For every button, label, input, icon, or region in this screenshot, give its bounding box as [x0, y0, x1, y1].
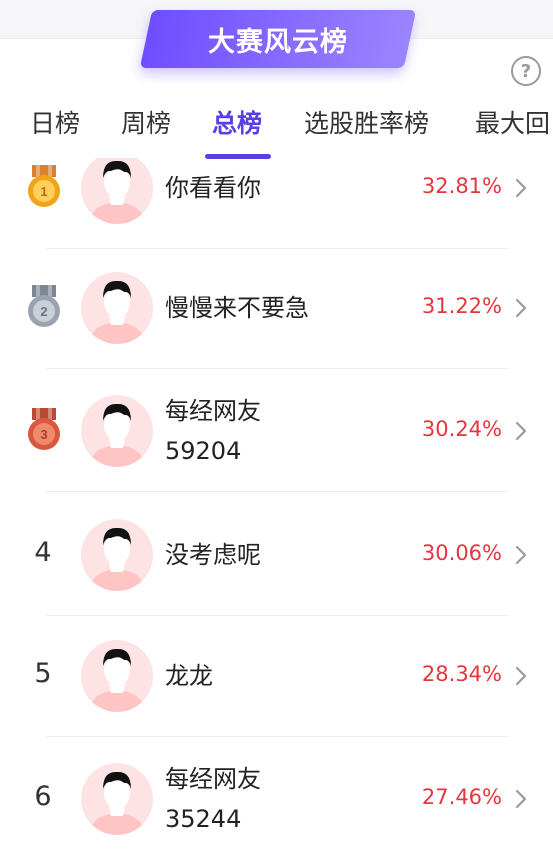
avatar[interactable]: [81, 272, 153, 344]
ranking-row[interactable]: 1 你看看你 32.81%: [0, 158, 553, 249]
chevron-right-icon[interactable]: [514, 544, 528, 566]
row-divider: [46, 368, 508, 369]
chevron-right-icon[interactable]: [514, 665, 528, 687]
chevron-right-icon[interactable]: [514, 297, 528, 319]
gold-medal-icon: 1: [26, 163, 62, 209]
rank-number: 4: [34, 537, 52, 568]
silver-medal-icon: 2: [26, 283, 62, 329]
avatar[interactable]: [81, 158, 153, 224]
return-percent: 28.34%: [421, 662, 502, 686]
svg-text:2: 2: [40, 304, 47, 319]
ranking-row[interactable]: 6 每经网友 35244 27.46%: [0, 739, 553, 857]
tab-daily[interactable]: 日榜: [30, 104, 80, 140]
user-name-line: 没考虑呢: [165, 541, 261, 569]
user-name: 龙龙: [165, 656, 213, 696]
user-name: 你看看你: [165, 168, 261, 208]
avatar[interactable]: [81, 640, 153, 712]
user-name: 慢慢来不要急: [165, 288, 309, 328]
chevron-right-icon[interactable]: [514, 177, 528, 199]
user-name-line: 每经网友: [165, 765, 261, 793]
user-name-suffix: 35244: [165, 805, 242, 833]
return-percent: 27.46%: [421, 785, 502, 809]
page-title: 大赛风云榜: [208, 26, 348, 58]
tab-bar: 日榜 周榜 总榜 选股胜率榜 最大回: [0, 96, 553, 162]
tab-max-drawdown[interactable]: 最大回: [475, 104, 550, 140]
return-percent: 30.24%: [421, 417, 502, 441]
tab-weekly[interactable]: 周榜: [121, 104, 171, 140]
return-percent: 32.81%: [421, 174, 502, 198]
chevron-right-icon[interactable]: [514, 788, 528, 810]
chevron-right-icon[interactable]: [514, 420, 528, 442]
tab-overall[interactable]: 总榜: [212, 104, 262, 140]
ranking-row[interactable]: 4 没考虑呢 30.06%: [0, 495, 553, 616]
row-divider: [46, 736, 508, 737]
svg-text:3: 3: [40, 427, 47, 442]
user-name: 每经网友 59204: [165, 391, 261, 471]
avatar[interactable]: [81, 763, 153, 835]
ranking-list: 1 你看看你 32.81% 2 慢慢来不要急 31.22% 3 每经网友 59204 30.24%…: [0, 158, 553, 857]
user-name-line: 每经网友: [165, 397, 261, 425]
avatar[interactable]: [81, 519, 153, 591]
tab-stock-win-rate[interactable]: 选股胜率榜: [304, 104, 429, 140]
row-divider: [46, 491, 508, 492]
rank-number: 6: [34, 781, 52, 812]
return-percent: 30.06%: [421, 541, 502, 565]
ranking-row[interactable]: 3 每经网友 59204 30.24%: [0, 371, 553, 492]
user-name: 没考虑呢: [165, 535, 261, 575]
user-name-line: 龙龙: [165, 662, 213, 690]
user-name-line: 你看看你: [165, 174, 261, 202]
ranking-row[interactable]: 2 慢慢来不要急 31.22%: [0, 248, 553, 369]
user-name: 每经网友 35244: [165, 759, 261, 839]
return-percent: 31.22%: [421, 294, 502, 318]
ranking-row[interactable]: 5 龙龙 28.34%: [0, 616, 553, 737]
avatar[interactable]: [81, 395, 153, 467]
user-name-line: 慢慢来不要急: [165, 294, 309, 322]
rank-number: 5: [34, 658, 52, 689]
bronze-medal-icon: 3: [26, 406, 62, 452]
user-name-suffix: 59204: [165, 437, 242, 465]
leaderboard-banner: 大赛风云榜: [139, 10, 417, 68]
help-icon[interactable]: ?: [511, 56, 541, 86]
svg-text:1: 1: [40, 184, 47, 199]
